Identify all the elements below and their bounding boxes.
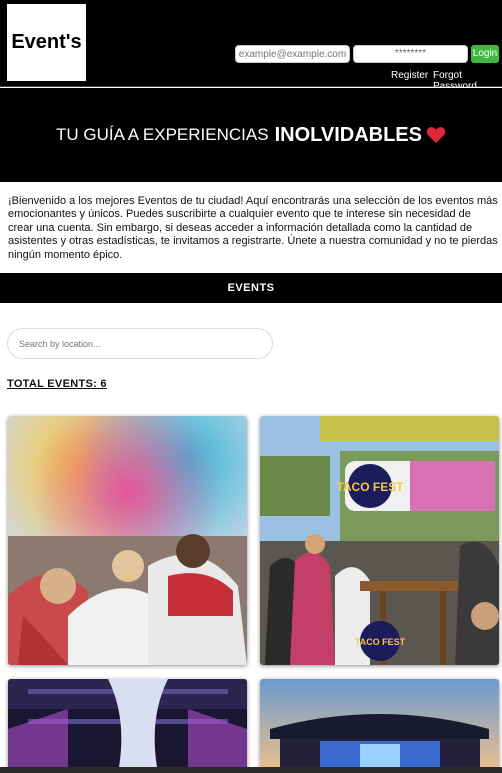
bottom-scroll-edge <box>0 767 502 773</box>
email-input[interactable] <box>235 45 350 63</box>
password-input[interactable]: ******** <box>353 45 468 63</box>
events-section-title: EVENTS <box>0 273 502 303</box>
stage-lights-photo <box>8 679 247 773</box>
logo-text: Event's <box>11 31 82 53</box>
site-logo[interactable]: Event's <box>7 4 86 81</box>
hero-text-bold: INOLVIDABLES <box>274 123 422 146</box>
heart-icon <box>426 127 446 143</box>
taco-fest-sign-text: TACO FEST <box>336 480 404 494</box>
total-events-label: TOTAL EVENTS: 6 <box>7 378 107 390</box>
top-navbar: Event's ******** Login Register Forgot P… <box>0 0 502 92</box>
location-search-input[interactable] <box>7 328 273 359</box>
intro-paragraph: ¡Bienvenido a los mejores Eventos de tu … <box>8 195 498 261</box>
color-festival-photo <box>8 416 247 665</box>
event-card-taco-fest[interactable]: TACO FEST TACO FEST <box>260 416 499 665</box>
register-link[interactable]: Register <box>391 70 428 81</box>
event-card-outdoor-stage[interactable] <box>260 679 499 773</box>
hero-banner: TU GUÍA A EXPERIENCIAS INOLVIDABLES <box>0 88 502 182</box>
event-card-stage-lights[interactable] <box>8 679 247 773</box>
login-button[interactable]: Login <box>471 45 499 63</box>
taco-fest-logo-text: TACO FEST <box>355 637 406 647</box>
event-card-color-festival[interactable] <box>8 416 247 665</box>
hero-text-regular: TU GUÍA A EXPERIENCIAS <box>56 125 269 144</box>
outdoor-stage-photo <box>260 679 499 773</box>
taco-fest-photo: TACO FEST TACO FEST <box>260 416 499 665</box>
